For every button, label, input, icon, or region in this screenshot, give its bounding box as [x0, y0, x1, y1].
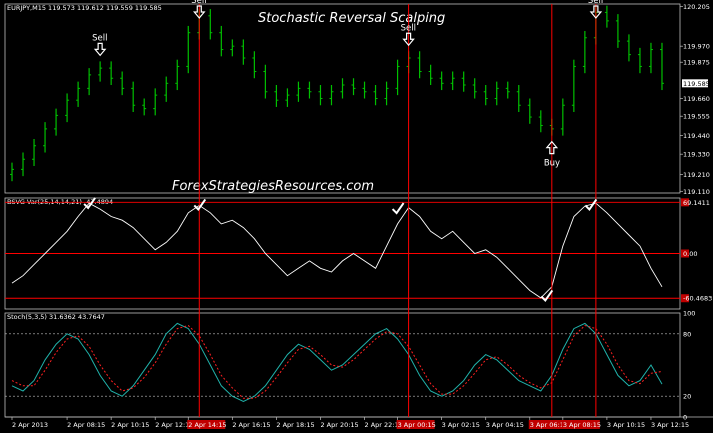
time-axis-tick-label: 2 Apr 18:15	[276, 421, 314, 429]
sell-signal-label: Sell	[588, 0, 603, 6]
buy-signal-label: Buy	[544, 159, 560, 169]
price-axis-tick-label: 119.970	[683, 43, 710, 51]
stochastic-axis-tick-label: 100	[683, 310, 695, 318]
chart-canvas: EURJPY,M15 119.573 119.612 119.559 119.5…	[0, 0, 713, 433]
stochastic-panel-label: Stoch(5,3,5) 31.6362 43.7647	[7, 313, 105, 321]
chart-background	[0, 0, 713, 433]
time-axis-tick-label: 2 Apr 10:15	[111, 421, 149, 429]
watermark-text: ForexStrategiesResources.com	[172, 179, 374, 194]
time-axis-tick-label: 3 Apr 10:15	[607, 421, 645, 429]
price-axis-tick-label: 119.660	[683, 95, 710, 103]
price-axis-tick-label: 119.110	[683, 188, 710, 196]
time-axis-tick-label: 3 Apr 12:15	[651, 421, 689, 429]
stochastic-axis-tick-label: 80	[683, 330, 691, 338]
sell-signal-label: Sell	[92, 33, 107, 43]
time-axis-tick-label: 2 Apr 08:15	[67, 421, 105, 429]
time-axis-tick-label: 2 Apr 2013	[12, 421, 48, 429]
price-axis-tick-label: 119.875	[683, 59, 710, 67]
oscillator-axis-tick-label: 0.00	[683, 250, 697, 258]
time-axis-tick-label: 3 Apr 00:15	[398, 421, 436, 429]
time-axis-tick-label: 3 Apr 04:15	[486, 421, 524, 429]
price-axis-tick-label: 119.440	[683, 132, 710, 140]
stochastic-axis-tick-label: 20	[683, 393, 691, 401]
sell-signal-label: Sell	[401, 23, 416, 33]
price-axis-tick-label: 119.210	[683, 171, 710, 179]
price-axis-tick-label: 119.330	[683, 151, 710, 159]
chart-title: Stochastic Reversal Scalping	[258, 11, 445, 26]
price-panel-label: EURJPY,M15 119.573 119.612 119.559 119.5…	[7, 4, 162, 12]
sell-signal-label: Sell	[191, 0, 206, 6]
price-axis-tick-label: 119.555	[683, 113, 710, 121]
time-axis-tick-label: 3 Apr 02:15	[442, 421, 480, 429]
price-axis-tick-label: 120.205	[683, 3, 710, 11]
oscillator-axis-tick-label: 69.1411	[683, 199, 710, 207]
current-price-label: 119.585	[683, 80, 710, 88]
time-axis-tick-label: 2 Apr 14:15	[188, 421, 226, 429]
oscillator-axis-tick-label: -60.4683	[683, 295, 712, 303]
time-axis-tick-label: 2 Apr 16:15	[232, 421, 270, 429]
time-axis-tick-label: 2 Apr 20:15	[320, 421, 358, 429]
time-axis-tick-label: 3 Apr 08:15	[563, 421, 601, 429]
